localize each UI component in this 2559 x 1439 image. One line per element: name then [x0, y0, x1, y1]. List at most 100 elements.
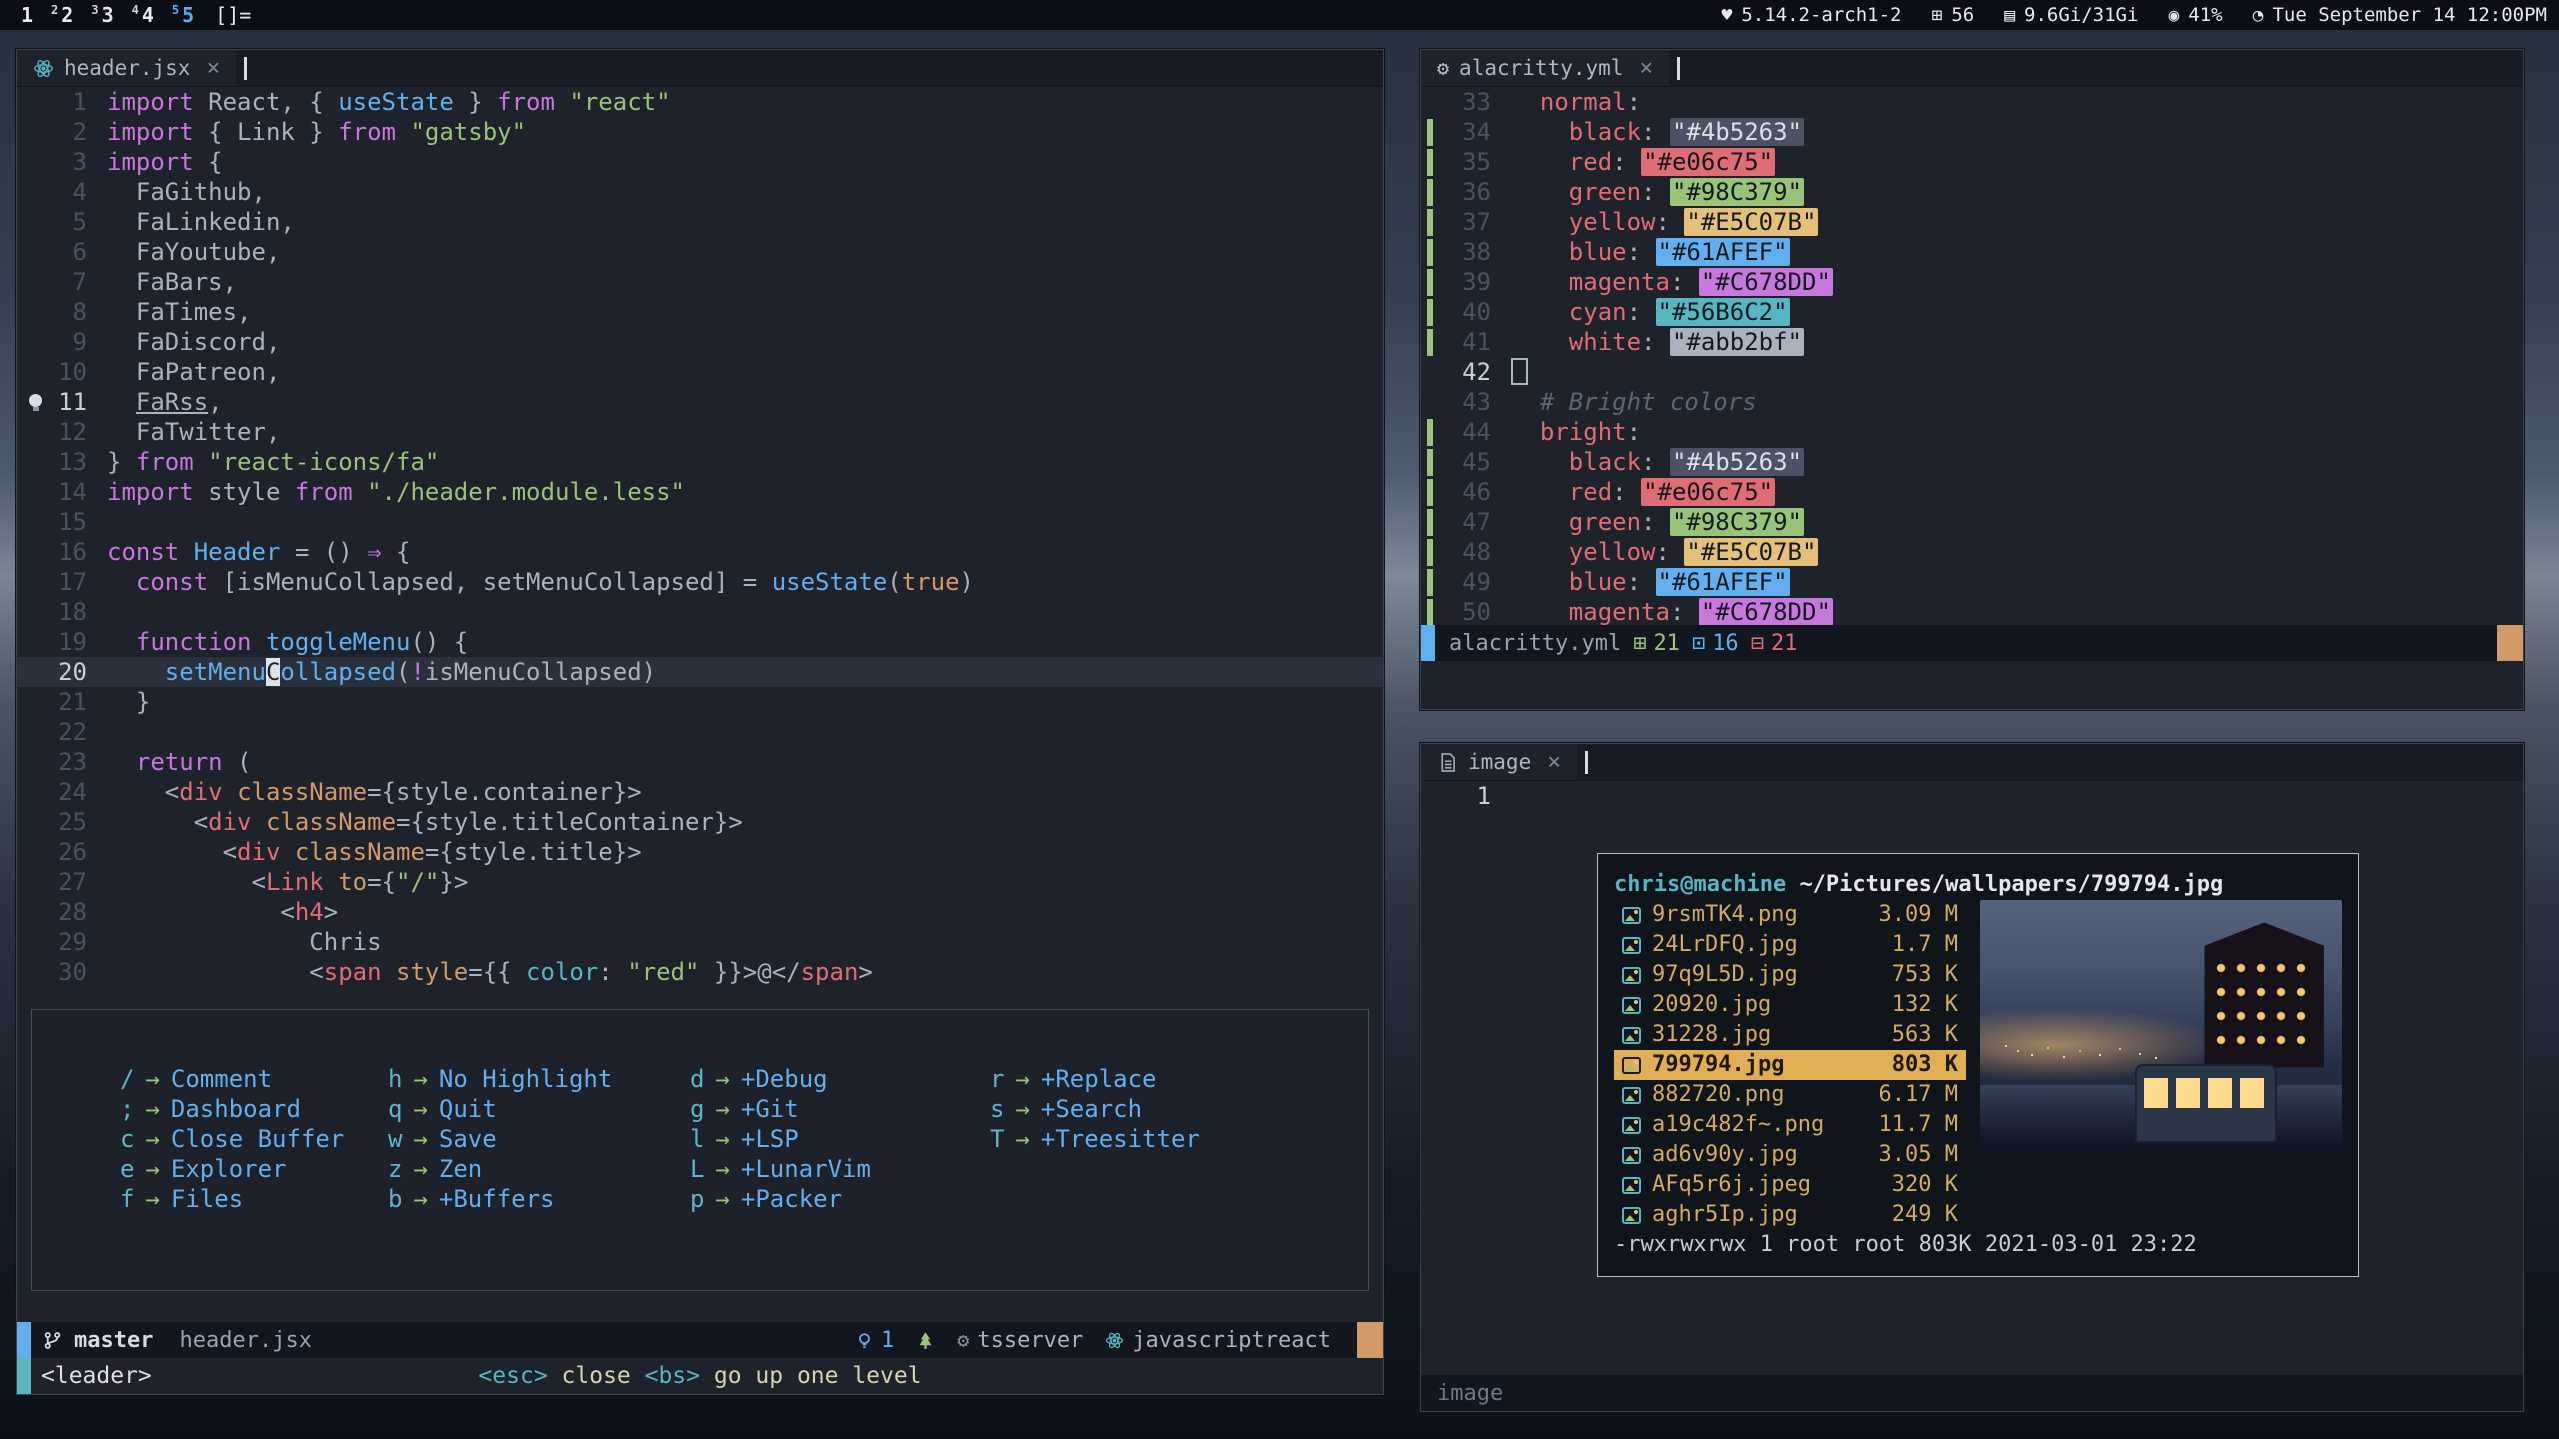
- file-row[interactable]: 20920.jpg132 K: [1614, 990, 1966, 1020]
- file-row[interactable]: a19c482f~.png11.7 M: [1614, 1110, 1966, 1140]
- code-line[interactable]: 47 green: "#98C379": [1421, 507, 2523, 537]
- line-number-gutter: 14: [17, 477, 107, 507]
- code-line[interactable]: 7 FaBars,: [17, 267, 1383, 297]
- whichkey-item[interactable]: f→Files: [120, 1184, 388, 1214]
- code-line[interactable]: 48 yellow: "#E5C07B": [1421, 537, 2523, 567]
- close-icon[interactable]: ×: [1639, 55, 1653, 81]
- file-row[interactable]: 799794.jpg803 K: [1614, 1050, 1966, 1080]
- whichkey-item[interactable]: L→+LunarVim: [690, 1154, 990, 1184]
- workspace-tag-4[interactable]: 44: [123, 3, 163, 27]
- image-file-icon: [1622, 997, 1641, 1014]
- whichkey-item[interactable]: z→Zen: [388, 1154, 690, 1184]
- file-row[interactable]: 24LrDFQ.jpg1.7 M: [1614, 930, 1966, 960]
- code-line[interactable]: 24 <div className={style.container}>: [17, 777, 1383, 807]
- file-row[interactable]: 97q9L5D.jpg753 K: [1614, 960, 1966, 990]
- whichkey-item[interactable]: c→Close Buffer: [120, 1124, 388, 1154]
- code-line[interactable]: 19 function toggleMenu() {: [17, 627, 1383, 657]
- code-line[interactable]: 1import React, { useState } from "react": [17, 87, 1383, 117]
- code-line[interactable]: 36 green: "#98C379": [1421, 177, 2523, 207]
- tab-header-jsx[interactable]: header.jsx ×: [17, 50, 236, 86]
- code-line[interactable]: 50 magenta: "#C678DD": [1421, 597, 2523, 625]
- whichkey-item[interactable]: w→Save: [388, 1124, 690, 1154]
- command-line[interactable]: <leader> <esc> close <bs> go up one leve…: [17, 1358, 1383, 1394]
- whichkey-item[interactable]: /→Comment: [120, 1064, 388, 1094]
- code-line[interactable]: 29 Chris: [17, 927, 1383, 957]
- code-line[interactable]: 17 const [isMenuCollapsed, setMenuCollap…: [17, 567, 1383, 597]
- code-line[interactable]: 30 <span style={{ color: "red" }}>@</spa…: [17, 957, 1383, 987]
- code-line[interactable]: 27 <Link to={"/"}>: [17, 867, 1383, 897]
- whichkey-item[interactable]: h→No Highlight: [388, 1064, 690, 1094]
- close-icon[interactable]: ×: [1547, 749, 1561, 775]
- file-row[interactable]: 31228.jpg563 K: [1614, 1020, 1966, 1050]
- code-line[interactable]: 9 FaDiscord,: [17, 327, 1383, 357]
- workspace-tag-2[interactable]: 22: [42, 3, 82, 27]
- whichkey-item[interactable]: e→Explorer: [120, 1154, 388, 1184]
- system-status: ♥5.14.2-arch1-2⊞56▤9.6Gi/31Gi◉41%◔Tue Se…: [1721, 4, 2547, 26]
- code-line[interactable]: 8 FaTimes,: [17, 297, 1383, 327]
- code-line[interactable]: 34 black: "#4b5263": [1421, 117, 2523, 147]
- gear-icon: ⚙: [957, 1328, 969, 1352]
- file-row[interactable]: 882720.png6.17 M: [1614, 1080, 1966, 1110]
- code-line[interactable]: 22: [17, 717, 1383, 747]
- code-editor[interactable]: 1import React, { useState } from "react"…: [17, 87, 1383, 1322]
- whichkey-item[interactable]: l→+LSP: [690, 1124, 990, 1154]
- code-line[interactable]: 38 blue: "#61AFEF": [1421, 237, 2523, 267]
- code-line[interactable]: 12 FaTwitter,: [17, 417, 1383, 447]
- code-line[interactable]: 40 cyan: "#56B6C2": [1421, 297, 2523, 327]
- code-line[interactable]: 33 normal:: [1421, 87, 2523, 117]
- code-line[interactable]: 25 <div className={style.titleContainer}…: [17, 807, 1383, 837]
- whichkey-item[interactable]: q→Quit: [388, 1094, 690, 1124]
- workspace-tag-3[interactable]: 33: [82, 3, 122, 27]
- code-line[interactable]: 45 black: "#4b5263": [1421, 447, 2523, 477]
- code-line[interactable]: 49 blue: "#61AFEF": [1421, 567, 2523, 597]
- whichkey-item[interactable]: b→+Buffers: [388, 1184, 690, 1214]
- code-line[interactable]: 37 yellow: "#E5C07B": [1421, 207, 2523, 237]
- code-line[interactable]: 13} from "react-icons/fa": [17, 447, 1383, 477]
- code-line[interactable]: 2import { Link } from "gatsby": [17, 117, 1383, 147]
- code-line[interactable]: 42: [1421, 357, 2523, 387]
- statusline-right: 1 ⚙ tsserver javascriptreact: [855, 1322, 1383, 1358]
- code-line[interactable]: 44 bright:: [1421, 417, 2523, 447]
- close-icon[interactable]: ×: [206, 55, 220, 81]
- code-line[interactable]: 1: [1421, 781, 2523, 811]
- code-line[interactable]: 3import {: [17, 147, 1383, 177]
- code-editor[interactable]: 33 normal:34 black: "#4b5263"35 red: "#e…: [1421, 87, 2523, 625]
- workspace-tag-5[interactable]: 55: [163, 3, 203, 27]
- whichkey-item[interactable]: ;→Dashboard: [120, 1094, 388, 1124]
- code-line[interactable]: 10 FaPatreon,: [17, 357, 1383, 387]
- file-row[interactable]: aghr5Ip.jpg249 K: [1614, 1200, 1966, 1230]
- code-line[interactable]: 14import style from "./header.module.les…: [17, 477, 1383, 507]
- file-row[interactable]: 9rsmTK4.png3.09 M: [1614, 900, 1966, 930]
- code-line[interactable]: 20 setMenuCollapsed(!isMenuCollapsed): [17, 657, 1383, 687]
- code-line[interactable]: 5 FaLinkedin,: [17, 207, 1383, 237]
- tab-image[interactable]: image ×: [1421, 744, 1577, 780]
- tab-alacritty-yml[interactable]: ⚙ alacritty.yml ×: [1421, 50, 1669, 86]
- code-line[interactable]: 26 <div className={style.title}>: [17, 837, 1383, 867]
- code-line[interactable]: 18: [17, 597, 1383, 627]
- code-line[interactable]: 11 FaRss,: [17, 387, 1383, 417]
- whichkey-item[interactable]: s→+Search: [990, 1094, 1368, 1124]
- file-row[interactable]: AFq5r6j.jpeg320 K: [1614, 1170, 1966, 1200]
- code-line[interactable]: 4 FaGithub,: [17, 177, 1383, 207]
- whichkey-item[interactable]: p→+Packer: [690, 1184, 990, 1214]
- line-number-gutter: 34: [1421, 117, 1511, 147]
- code-line[interactable]: 35 red: "#e06c75": [1421, 147, 2523, 177]
- code-line[interactable]: 28 <h4>: [17, 897, 1383, 927]
- line-number-gutter: 28: [17, 897, 107, 927]
- code-line[interactable]: 41 white: "#abb2bf": [1421, 327, 2523, 357]
- code-line[interactable]: 39 magenta: "#C678DD": [1421, 267, 2523, 297]
- whichkey-item[interactable]: d→+Debug: [690, 1064, 990, 1094]
- file-row[interactable]: ad6v90y.jpg3.05 M: [1614, 1140, 1966, 1170]
- code-line[interactable]: 15: [17, 507, 1383, 537]
- code-line[interactable]: 6 FaYoutube,: [17, 237, 1383, 267]
- whichkey-item[interactable]: g→+Git: [690, 1094, 990, 1124]
- code-line[interactable]: 23 return (: [17, 747, 1383, 777]
- workspace-tag-1[interactable]: 1: [12, 3, 42, 27]
- whichkey-item[interactable]: r→+Replace: [990, 1064, 1368, 1094]
- code-line[interactable]: 21 }: [17, 687, 1383, 717]
- code-line[interactable]: 46 red: "#e06c75": [1421, 477, 2523, 507]
- code-line[interactable]: 43 # Bright colors: [1421, 387, 2523, 417]
- code-line[interactable]: 16const Header = () ⇒ {: [17, 537, 1383, 567]
- whichkey-item[interactable]: T→+Treesitter: [990, 1124, 1368, 1154]
- layout-symbol[interactable]: []=: [215, 3, 251, 27]
